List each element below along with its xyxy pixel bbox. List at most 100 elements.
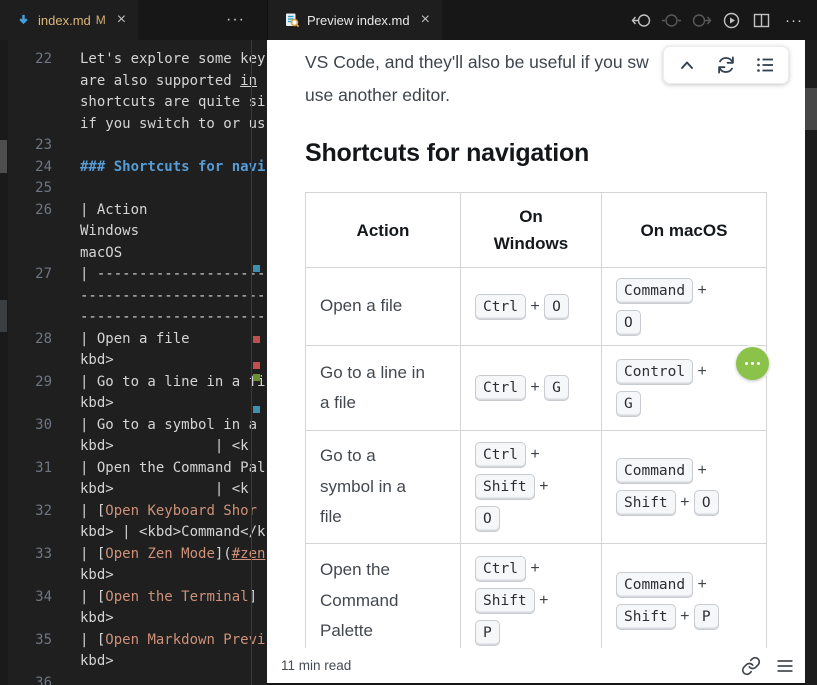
code-segment: kbd> bbox=[80, 653, 114, 669]
table-header-row: ActionOn WindowsOn macOS bbox=[306, 193, 767, 268]
code-row[interactable]: 23 bbox=[0, 135, 267, 157]
code-row[interactable]: 30| Go to a symbol in a bbox=[0, 415, 267, 437]
code-text: | --------------------- bbox=[52, 264, 267, 286]
code-text: | Open a file bbox=[52, 329, 190, 351]
more-tabs-button[interactable]: ··· bbox=[226, 11, 267, 29]
split-editor-icon[interactable] bbox=[751, 10, 772, 31]
code-row[interactable]: kbd> bbox=[0, 350, 267, 372]
code-row[interactable]: ----------------------- bbox=[0, 286, 267, 308]
code-row[interactable]: 36 bbox=[0, 673, 267, 685]
shortcut-line: O bbox=[475, 503, 587, 535]
code-row[interactable]: 35| [Open Markdown Previ bbox=[0, 630, 267, 652]
read-time-label: 11 min read bbox=[281, 658, 351, 673]
code-row[interactable]: 34| [Open the Terminal] bbox=[0, 587, 267, 609]
code-row[interactable]: kbd> bbox=[0, 651, 267, 673]
plus-separator: + bbox=[526, 560, 540, 577]
code-text: | [Open Markdown Previ bbox=[52, 630, 265, 652]
code-segment: Open Zen Mode bbox=[105, 546, 215, 562]
vscode-window: index.md M × ··· Preview index.md × bbox=[0, 0, 817, 685]
code-segment: | [ bbox=[80, 546, 105, 562]
code-row[interactable]: kbd> | <k bbox=[0, 436, 267, 458]
code-row[interactable]: shortcuts are quite si bbox=[0, 92, 267, 114]
shortcut-cell: Ctrl + G bbox=[461, 346, 602, 431]
kbd-key: P bbox=[694, 604, 719, 630]
scrollbar-thumb[interactable] bbox=[805, 88, 817, 130]
code-text bbox=[52, 135, 80, 157]
code-row[interactable]: ----------------------- bbox=[0, 307, 267, 329]
code-row[interactable]: 25 bbox=[0, 178, 267, 200]
shortcut-cell: Command + Shift + O bbox=[602, 431, 767, 544]
code-row[interactable]: 32| [Open Keyboard Shor bbox=[0, 501, 267, 523]
code-segment: if you switch to or us bbox=[80, 116, 265, 132]
kbd-key: G bbox=[544, 375, 569, 401]
navigate-back-icon[interactable] bbox=[631, 10, 652, 31]
code-text: ----------------------- bbox=[52, 307, 267, 329]
line-number bbox=[0, 350, 52, 372]
tab-preview-index-md[interactable]: Preview index.md × bbox=[268, 0, 442, 40]
shortcut-line: Shift + bbox=[475, 471, 587, 503]
action-cell: Go to a symbol in a file bbox=[306, 431, 461, 544]
preview-floating-toolbar bbox=[663, 46, 789, 84]
code-text: | Go to a line in a fi bbox=[52, 372, 265, 394]
close-tab-icon[interactable]: × bbox=[117, 12, 126, 28]
line-number bbox=[0, 286, 52, 308]
link-icon[interactable] bbox=[740, 655, 761, 676]
column-header: On macOS bbox=[602, 193, 767, 268]
code-row[interactable]: 28| Open a file bbox=[0, 329, 267, 351]
code-row[interactable]: 24### Shortcuts for navi bbox=[0, 157, 267, 179]
line-number bbox=[0, 522, 52, 544]
close-tab-icon[interactable]: × bbox=[421, 12, 430, 28]
tab-index-md[interactable]: index.md M × bbox=[0, 0, 138, 40]
code-segment: ### Shortcuts for navi bbox=[80, 159, 265, 175]
menu-icon[interactable] bbox=[774, 655, 795, 676]
code-row[interactable]: Windows bbox=[0, 221, 267, 243]
shortcut-line: Shift + bbox=[475, 585, 587, 617]
kbd-key: Command bbox=[616, 278, 693, 304]
plus-separator: + bbox=[693, 282, 707, 299]
preview-status-bar: 11 min read bbox=[267, 648, 805, 683]
refresh-icon[interactable] bbox=[715, 54, 737, 76]
code-row[interactable]: are also supported in bbox=[0, 71, 267, 93]
shortcut-line: P bbox=[475, 617, 587, 649]
ruler-decoration bbox=[253, 336, 260, 343]
code-row[interactable]: 31| Open the Command Pal bbox=[0, 458, 267, 480]
kbd-key: O bbox=[694, 490, 719, 516]
kbd-key: Shift bbox=[616, 604, 676, 630]
line-number bbox=[0, 565, 52, 587]
code-row[interactable]: kbd> bbox=[0, 608, 267, 630]
code-row[interactable]: 33| [Open Zen Mode](#zen bbox=[0, 544, 267, 566]
shortcut-line: Command + bbox=[616, 569, 752, 601]
kbd-key: Ctrl bbox=[475, 294, 526, 320]
code-text: if you switch to or us bbox=[52, 114, 265, 136]
code-segment: kbd> | <kbd>Command</k bbox=[80, 524, 265, 540]
markdown-source-editor[interactable]: 22Let's explore some keyare also support… bbox=[0, 40, 267, 685]
shortcut-line: Command + bbox=[616, 275, 752, 307]
navigate-forward-icon[interactable] bbox=[691, 10, 712, 31]
code-row[interactable]: if you switch to or us bbox=[0, 114, 267, 136]
action-cell: Open the Command Palette bbox=[306, 544, 461, 659]
code-segment: are also supported bbox=[80, 73, 240, 89]
shortcut-line: Ctrl + G bbox=[475, 372, 587, 404]
floating-assistant-button[interactable] bbox=[736, 347, 769, 380]
collapse-up-icon[interactable] bbox=[676, 54, 698, 76]
code-row[interactable]: kbd> bbox=[0, 565, 267, 587]
run-icon[interactable] bbox=[721, 10, 742, 31]
code-segment: | Open a file bbox=[80, 331, 190, 347]
code-text bbox=[52, 673, 80, 685]
code-row[interactable]: 22Let's explore some key bbox=[0, 49, 267, 71]
code-row[interactable]: kbd> bbox=[0, 393, 267, 415]
code-row[interactable]: 26| Action bbox=[0, 200, 267, 222]
code-segment: | Action bbox=[80, 202, 147, 218]
more-actions-icon[interactable]: ··· bbox=[781, 12, 803, 29]
code-row[interactable]: kbd> | <kbd>Command</k bbox=[0, 522, 267, 544]
line-number bbox=[0, 608, 52, 630]
list-icon[interactable] bbox=[754, 54, 776, 76]
navigate-previous-icon[interactable] bbox=[661, 10, 682, 31]
code-row[interactable]: kbd> | <k bbox=[0, 479, 267, 501]
code-row[interactable]: macOS bbox=[0, 243, 267, 265]
code-text: | [Open the Terminal] bbox=[52, 587, 257, 609]
code-row[interactable]: 29| Go to a line in a fi bbox=[0, 372, 267, 394]
code-row[interactable]: 27| --------------------- bbox=[0, 264, 267, 286]
code-segment: | Go to a symbol in a bbox=[80, 417, 257, 433]
plus-separator: + bbox=[535, 478, 549, 495]
